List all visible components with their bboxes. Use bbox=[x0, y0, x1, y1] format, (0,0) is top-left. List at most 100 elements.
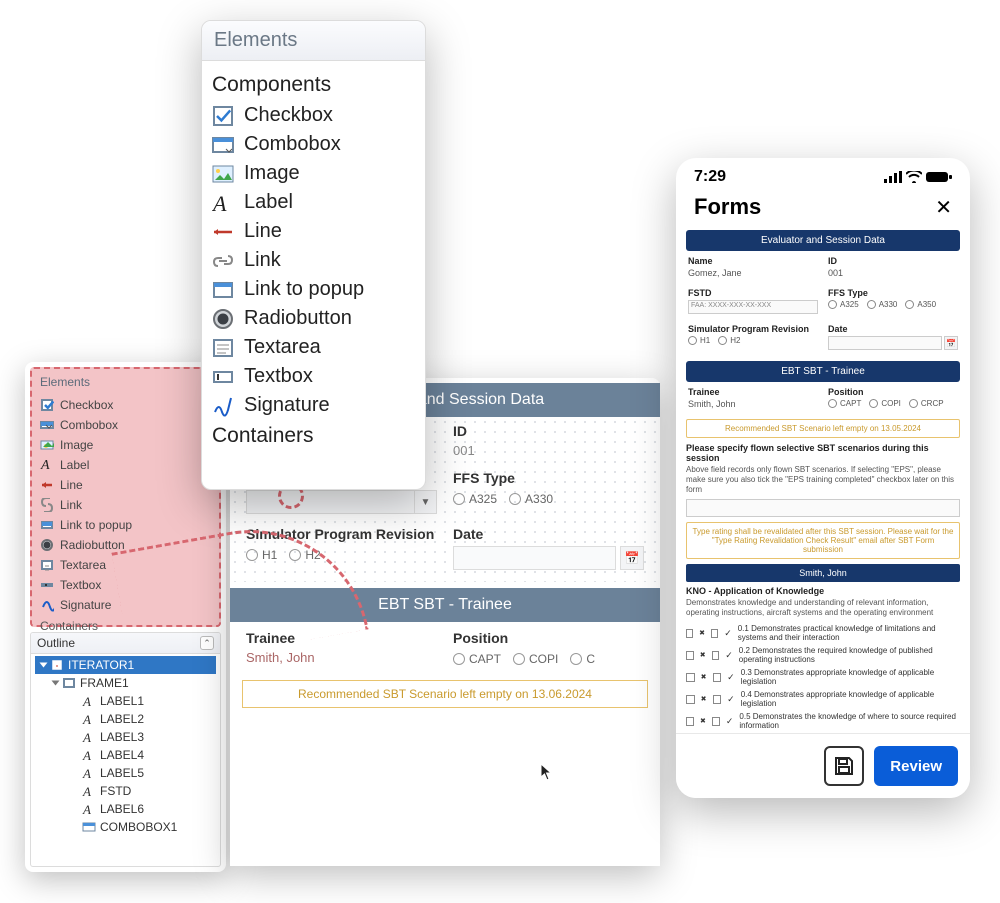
element-label: Link bbox=[244, 249, 281, 272]
fstd-combobox[interactable]: ▼ bbox=[246, 490, 437, 514]
position-option-copi[interactable]: COPI bbox=[513, 652, 558, 666]
radio-icon bbox=[688, 336, 697, 345]
mini-item-combobox[interactable]: Combobox bbox=[32, 415, 219, 435]
radio-icon bbox=[828, 300, 837, 309]
expand-icon[interactable] bbox=[40, 663, 48, 668]
kno-item-text: 0.3 Demonstrates appropriate knowledge o… bbox=[741, 668, 960, 686]
svg-text:A: A bbox=[82, 802, 91, 816]
element-item-image[interactable]: Image bbox=[210, 159, 417, 188]
kno-item-text: 0.1 Demonstrates practical knowledge of … bbox=[738, 624, 960, 642]
mini-item-link[interactable]: Link bbox=[32, 495, 219, 515]
mini-item-line[interactable]: Line bbox=[32, 475, 219, 495]
checkbox-b[interactable] bbox=[713, 695, 722, 704]
element-item-checkbox[interactable]: Checkbox bbox=[210, 101, 417, 130]
save-button[interactable] bbox=[824, 746, 864, 786]
calendar-icon[interactable]: 📅 bbox=[620, 546, 644, 570]
m-position-option-crcp[interactable]: CRCP bbox=[909, 399, 944, 408]
ffs-option-a325[interactable]: A325 bbox=[453, 492, 497, 506]
label-node-icon: A bbox=[82, 730, 96, 744]
checkbox-a[interactable] bbox=[686, 695, 695, 704]
m-specify-label: Please specify flown selective SBT scena… bbox=[686, 443, 960, 463]
m-ffs-option-a330[interactable]: A330 bbox=[867, 300, 898, 309]
ffs-type-label: FFS Type bbox=[453, 470, 644, 486]
mini-item-image[interactable]: Image bbox=[32, 435, 219, 455]
tree-node-label: ITERATOR1 bbox=[68, 658, 134, 672]
m-position-option-capt[interactable]: CAPT bbox=[828, 399, 861, 408]
m-fstd-value[interactable]: FAA: XXXX-XXX-XX-XXX bbox=[688, 300, 818, 314]
elements-popup-header: Elements bbox=[202, 21, 425, 61]
checkbox-a[interactable] bbox=[686, 651, 694, 660]
m-ffs-option-a350[interactable]: A350 bbox=[905, 300, 936, 309]
element-item-link-to-popup[interactable]: Link to popup bbox=[210, 275, 417, 304]
element-item-textarea[interactable]: Textarea bbox=[210, 333, 417, 362]
review-button[interactable]: Review bbox=[874, 746, 958, 786]
mini-item-label: Radiobutton bbox=[60, 538, 125, 552]
tree-node-fstd[interactable]: AFSTD bbox=[35, 782, 216, 800]
mini-item-checkbox[interactable]: Checkbox bbox=[32, 395, 219, 415]
textbox-icon bbox=[212, 366, 234, 388]
m-specify-input[interactable] bbox=[686, 499, 960, 517]
tree-node-label2[interactable]: ALABEL2 bbox=[35, 710, 216, 728]
m-spr-option-h1[interactable]: H1 bbox=[688, 336, 710, 345]
element-item-signature[interactable]: Signature bbox=[210, 391, 417, 420]
position-option-capt[interactable]: CAPT bbox=[453, 652, 501, 666]
expand-icon[interactable] bbox=[52, 681, 60, 686]
radio-label: H1 bbox=[700, 336, 710, 345]
tree-node-label4[interactable]: ALABEL4 bbox=[35, 746, 216, 764]
checkbox-b[interactable] bbox=[713, 673, 722, 682]
m-warn2: Type rating shall be revalidated after t… bbox=[686, 522, 960, 559]
element-item-radiobutton[interactable]: Radiobutton bbox=[210, 304, 417, 333]
ffs-option-a330[interactable]: A330 bbox=[509, 492, 553, 506]
svg-text:A: A bbox=[82, 694, 91, 708]
checkbox-a[interactable] bbox=[686, 717, 694, 726]
mini-item-label: Textarea bbox=[60, 558, 106, 572]
element-item-textbox[interactable]: Textbox bbox=[210, 362, 417, 391]
tree-node-label6[interactable]: ALABEL6 bbox=[35, 800, 216, 818]
m-spr-option-h2[interactable]: H2 bbox=[718, 336, 740, 345]
radio-icon bbox=[513, 653, 525, 665]
tree-node-label3[interactable]: ALABEL3 bbox=[35, 728, 216, 746]
combobox-icon bbox=[212, 134, 234, 156]
element-item-label[interactable]: ALabel bbox=[210, 188, 417, 217]
tree-node-label5[interactable]: ALABEL5 bbox=[35, 764, 216, 782]
m-id-value: 001 bbox=[828, 266, 958, 278]
checkbox-b[interactable] bbox=[711, 629, 718, 638]
tree-node-combobox1[interactable]: COMBOBOX1 bbox=[35, 818, 216, 836]
tree-node-label1[interactable]: ALABEL1 bbox=[35, 692, 216, 710]
mini-item-link-to-popup[interactable]: Link to popup bbox=[32, 515, 219, 535]
element-item-link[interactable]: Link bbox=[210, 246, 417, 275]
mini-item-label: Signature bbox=[60, 598, 111, 612]
mini-item-label: Image bbox=[60, 438, 93, 452]
checkbox-a[interactable] bbox=[686, 629, 693, 638]
mobile-status-bar: 7:29 bbox=[676, 158, 970, 192]
position-label: Position bbox=[453, 630, 644, 646]
label-node-icon: A bbox=[82, 802, 96, 816]
date-input[interactable] bbox=[453, 546, 616, 570]
radio-label: H2 bbox=[730, 336, 740, 345]
m-ffs-option-a325[interactable]: A325 bbox=[828, 300, 859, 309]
kno-item-text: 0.2 Demonstrates the required knowledge … bbox=[739, 646, 960, 664]
m-position-option-copi[interactable]: COPI bbox=[869, 399, 901, 408]
label-node-icon: A bbox=[82, 712, 96, 726]
combobox-node-icon bbox=[82, 820, 96, 834]
m-id-label: ID bbox=[828, 256, 958, 266]
check-icon: ✓ bbox=[725, 650, 733, 661]
svg-text:A: A bbox=[82, 748, 91, 762]
checkbox-b[interactable] bbox=[712, 651, 720, 660]
tree-node-frame1[interactable]: FRAME1 bbox=[35, 674, 216, 692]
checkbox-b[interactable] bbox=[712, 717, 720, 726]
m-date-input[interactable] bbox=[828, 336, 942, 350]
mini-item-label[interactable]: ALabel bbox=[32, 455, 219, 475]
m-calendar-icon[interactable]: 📅 bbox=[944, 336, 958, 350]
position-option-c[interactable]: C bbox=[570, 652, 595, 666]
element-item-combobox[interactable]: Combobox bbox=[210, 130, 417, 159]
kno-row-2: ✖✓0.3 Demonstrates appropriate knowledge… bbox=[686, 666, 960, 688]
checkbox-a[interactable] bbox=[686, 673, 695, 682]
mini-item-label: Combobox bbox=[60, 418, 118, 432]
frame-icon bbox=[62, 676, 76, 690]
textbox-icon bbox=[40, 578, 54, 592]
close-button[interactable]: ✕ bbox=[935, 195, 952, 220]
m-kno-desc: Demonstrates knowledge and understanding… bbox=[686, 598, 960, 618]
element-item-line[interactable]: Line bbox=[210, 217, 417, 246]
m-trainee-label: Trainee bbox=[688, 387, 818, 397]
